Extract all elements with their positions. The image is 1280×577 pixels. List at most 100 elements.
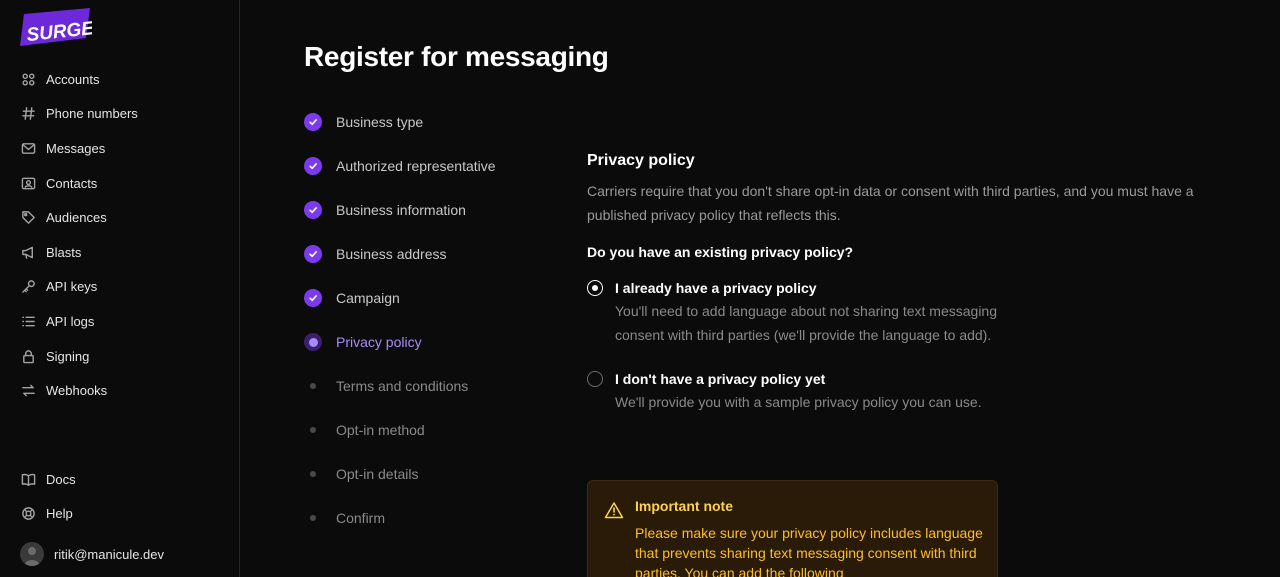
sidebar-item-label: Accounts xyxy=(46,71,100,87)
sidebar-item-audiences[interactable]: Audiences xyxy=(0,200,239,235)
main-content: Register for messaging Business type Aut… xyxy=(240,0,1280,577)
arrows-exchange-icon xyxy=(20,383,36,399)
step-label: Privacy policy xyxy=(336,334,422,350)
envelope-icon xyxy=(20,140,36,156)
radio-has-privacy-policy[interactable] xyxy=(587,280,603,296)
check-icon xyxy=(304,113,322,131)
step-marker xyxy=(304,377,322,395)
privacy-policy-section: Privacy policy Carriers require that you… xyxy=(587,152,1227,577)
current-step-indicator xyxy=(304,333,322,351)
step-marker xyxy=(304,201,322,219)
privacy-policy-question: Do you have an existing privacy policy? xyxy=(587,244,854,260)
step-authorized-representative[interactable]: Authorized representative xyxy=(304,144,496,188)
page-title: Register for messaging xyxy=(304,41,609,72)
warning-icon xyxy=(604,502,624,519)
step-confirm[interactable]: Confirm xyxy=(304,496,496,540)
sidebar-item-blasts[interactable]: Blasts xyxy=(0,235,239,270)
step-label: Opt-in details xyxy=(336,466,419,482)
book-icon xyxy=(20,471,36,487)
sidebar-item-label: Help xyxy=(46,506,73,522)
option-description: We'll provide you with a sample privacy … xyxy=(615,394,982,410)
option-no-privacy-policy[interactable]: I don't have a privacy policy yet We'll … xyxy=(587,369,1227,414)
option-description: You'll need to add language about not sh… xyxy=(615,303,997,343)
step-marker xyxy=(304,157,322,175)
check-icon xyxy=(304,157,322,175)
hash-icon xyxy=(20,106,36,122)
step-business-type[interactable]: Business type xyxy=(304,100,496,144)
note-title: Important note xyxy=(635,498,733,514)
sidebar-item-label: Contacts xyxy=(46,175,98,191)
step-label: Campaign xyxy=(336,290,400,306)
sidebar-item-label: Signing xyxy=(46,348,90,364)
user-email: ritik@manicule.dev xyxy=(54,546,165,562)
key-icon xyxy=(20,279,36,295)
tag-icon xyxy=(20,210,36,226)
sidebar-item-api-keys[interactable]: API keys xyxy=(0,270,239,305)
step-campaign[interactable]: Campaign xyxy=(304,276,496,320)
sidebar-item-contacts[interactable]: Contacts xyxy=(0,166,239,201)
sidebar-item-messages[interactable]: Messages xyxy=(0,131,239,166)
check-icon xyxy=(304,245,322,263)
sidebar-item-label: API logs xyxy=(46,313,95,329)
lock-icon xyxy=(20,348,36,364)
sidebar-bottom-nav: Docs Help xyxy=(0,462,239,531)
step-privacy-policy[interactable]: Privacy policy xyxy=(304,320,496,364)
step-marker xyxy=(304,421,322,439)
step-label: Authorized representative xyxy=(336,158,496,174)
sidebar-item-phone-numbers[interactable]: Phone numbers xyxy=(0,97,239,132)
step-label: Confirm xyxy=(336,510,386,526)
stepper: Business type Authorized representative … xyxy=(304,100,496,540)
sidebar-item-signing[interactable]: Signing xyxy=(0,339,239,374)
check-icon xyxy=(304,201,322,219)
check-icon xyxy=(304,289,322,307)
megaphone-icon xyxy=(20,244,36,260)
app-root: SURGE Accounts Phone numbers Messages Co… xyxy=(0,0,1280,577)
option-title: I don't have a privacy policy yet xyxy=(615,371,826,387)
sidebar-nav: Accounts Phone numbers Messages Contacts… xyxy=(0,62,239,408)
pending-dot-icon xyxy=(310,427,316,433)
surge-logo[interactable]: SURGE xyxy=(20,8,96,48)
step-business-information[interactable]: Business information xyxy=(304,188,496,232)
sidebar-item-label: Phone numbers xyxy=(46,106,138,122)
step-opt-in-details[interactable]: Opt-in details xyxy=(304,452,496,496)
sidebar-item-label: Audiences xyxy=(46,210,107,226)
note-body: Please make sure your privacy policy inc… xyxy=(635,525,983,577)
step-marker xyxy=(304,509,322,527)
step-label: Business address xyxy=(336,246,447,262)
sidebar-item-label: Webhooks xyxy=(46,383,108,399)
option-has-privacy-policy[interactable]: I already have a privacy policy You'll n… xyxy=(587,278,1227,347)
sidebar-item-label: API keys xyxy=(46,279,98,295)
sidebar-item-label: Messages xyxy=(46,140,106,156)
sidebar-item-help[interactable]: Help xyxy=(0,497,239,532)
step-terms-and-conditions[interactable]: Terms and conditions xyxy=(304,364,496,408)
step-business-address[interactable]: Business address xyxy=(304,232,496,276)
important-note: Important note Please make sure your pri… xyxy=(587,480,998,577)
step-label: Business type xyxy=(336,114,424,130)
sidebar-item-label: Docs xyxy=(46,471,76,487)
sidebar: SURGE Accounts Phone numbers Messages Co… xyxy=(0,0,240,577)
pending-dot-icon xyxy=(310,383,316,389)
list-icon xyxy=(20,313,36,329)
lifebuoy-icon xyxy=(20,506,36,522)
step-marker xyxy=(304,289,322,307)
accounts-icon xyxy=(20,71,36,87)
avatar xyxy=(20,542,44,566)
step-label: Opt-in method xyxy=(336,422,425,438)
user-menu[interactable]: ritik@manicule.dev xyxy=(20,542,164,566)
sidebar-item-accounts[interactable]: Accounts xyxy=(0,62,239,97)
sidebar-item-api-logs[interactable]: API logs xyxy=(0,304,239,339)
step-marker xyxy=(304,333,322,351)
option-title: I already have a privacy policy xyxy=(615,280,817,296)
section-title: Privacy policy xyxy=(587,152,695,169)
sidebar-item-docs[interactable]: Docs xyxy=(0,462,239,497)
radio-no-privacy-policy[interactable] xyxy=(587,371,603,387)
step-marker xyxy=(304,465,322,483)
sidebar-item-webhooks[interactable]: Webhooks xyxy=(0,373,239,408)
step-opt-in-method[interactable]: Opt-in method xyxy=(304,408,496,452)
section-description: Carriers require that you don't share op… xyxy=(587,183,1194,223)
step-marker xyxy=(304,113,322,131)
step-label: Business information xyxy=(336,202,466,218)
sidebar-item-label: Blasts xyxy=(46,244,82,260)
step-marker xyxy=(304,245,322,263)
pending-dot-icon xyxy=(310,471,316,477)
